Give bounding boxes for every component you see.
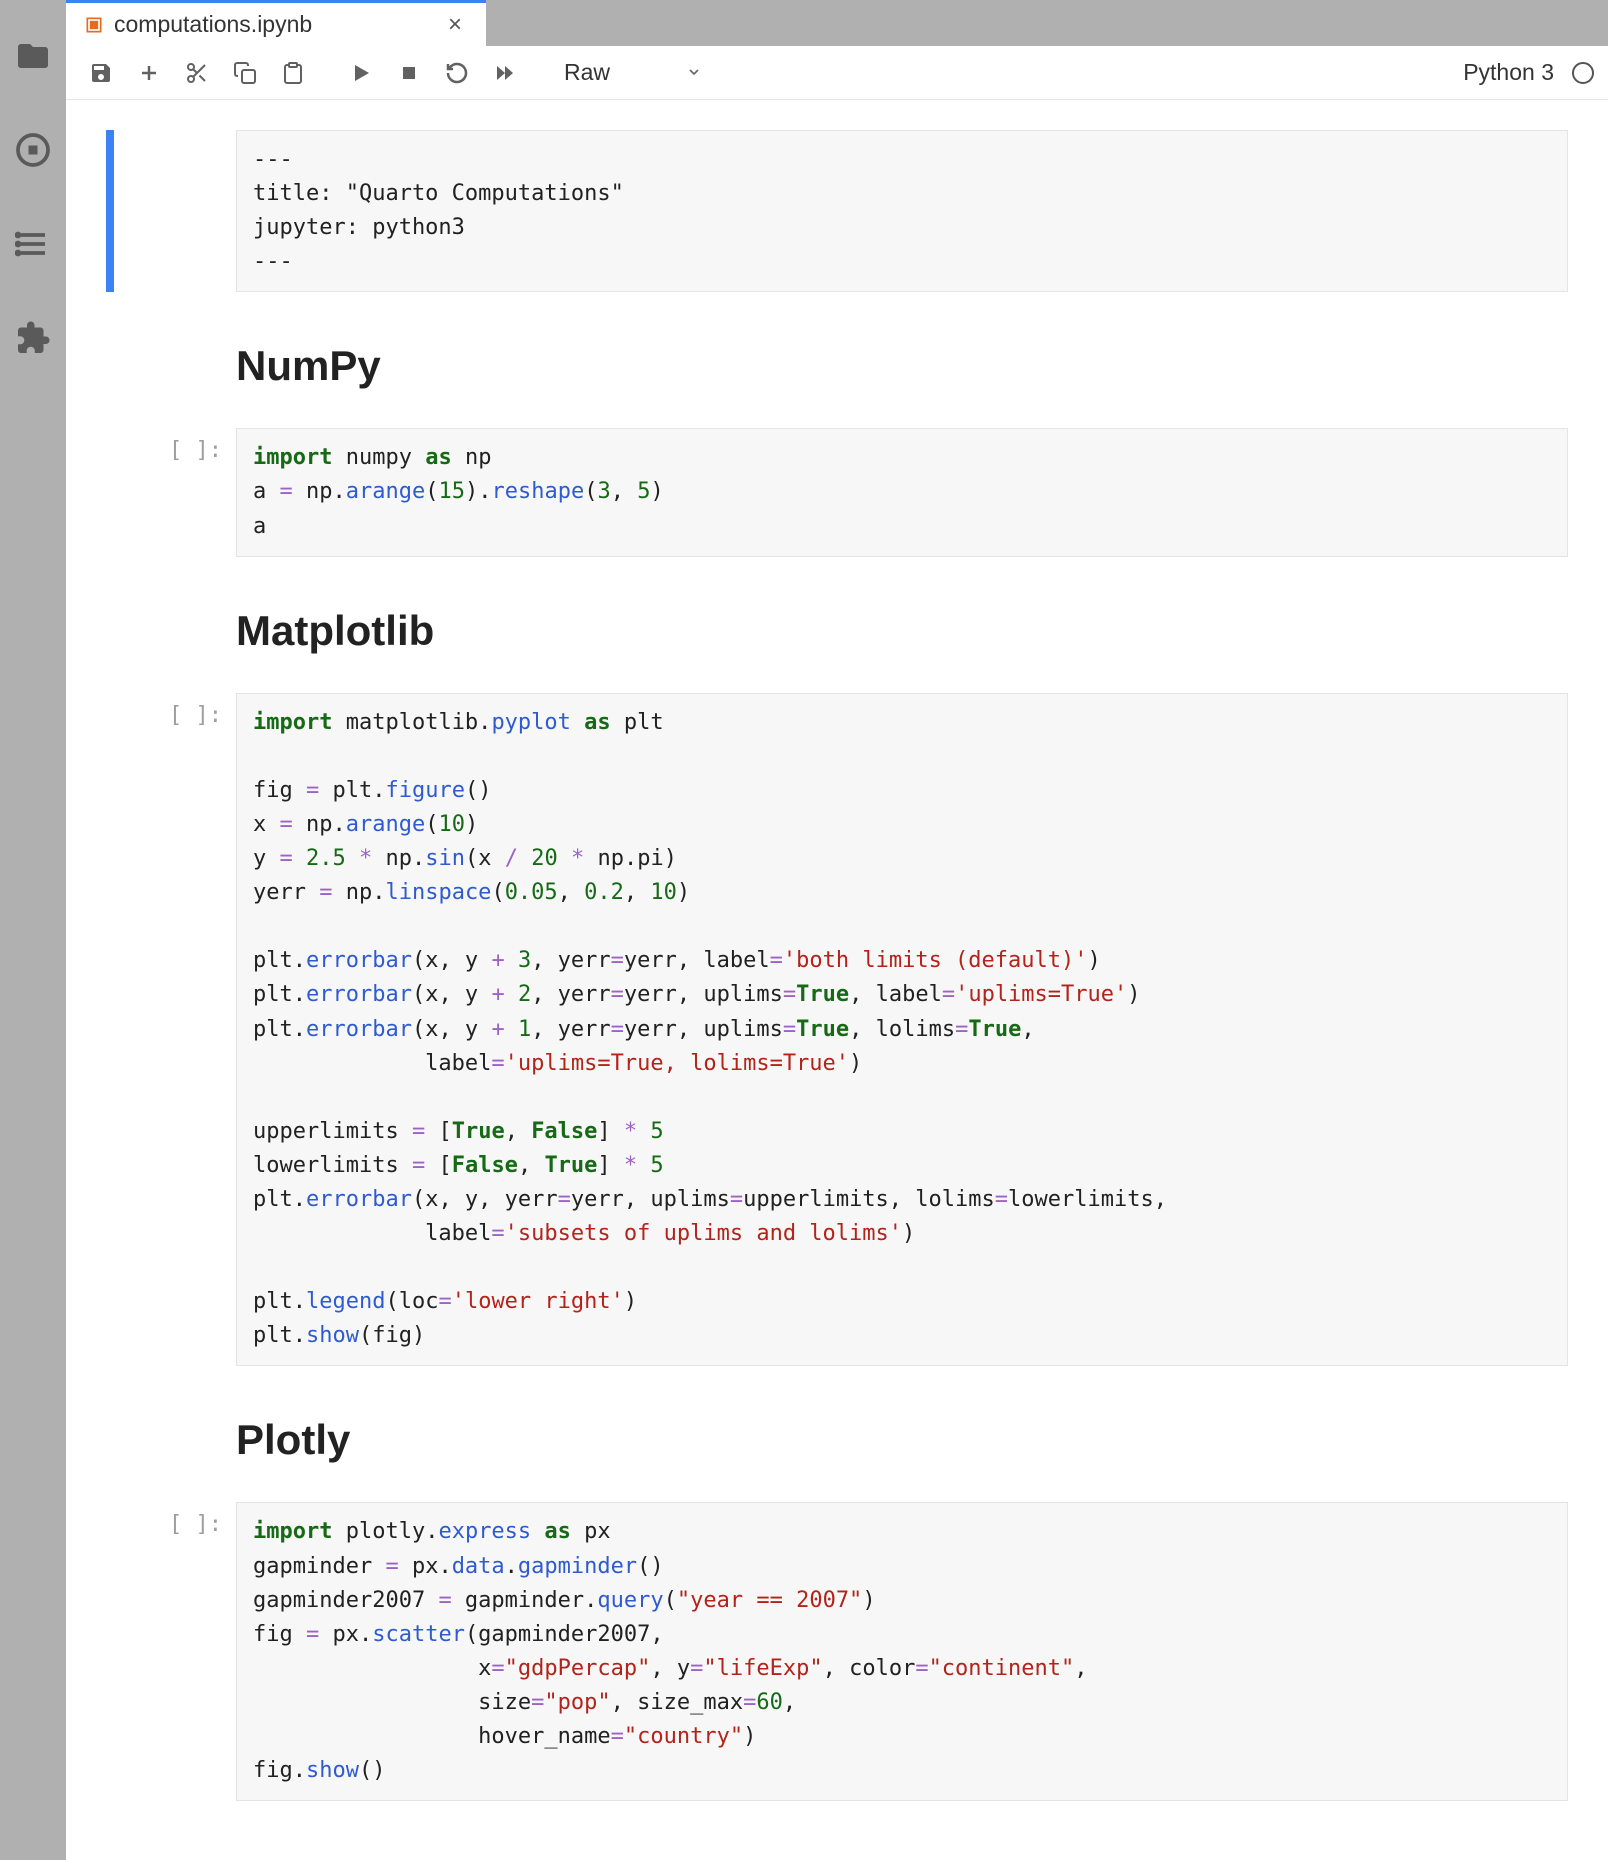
tab-computations[interactable]: computations.ipynb × [66,0,486,46]
close-icon[interactable]: × [442,11,468,39]
input-prompt: [ ]: [169,428,236,463]
cell-type-dropdown[interactable]: Raw [552,55,712,91]
heading-numpy: NumPy [236,342,1568,390]
code-matplotlib[interactable]: import matplotlib.pyplot as plt fig = pl… [236,693,1568,1367]
input-prompt: [ ]: [169,693,236,728]
chevron-down-icon [686,59,702,86]
run-all-icon[interactable] [484,52,526,94]
running-kernels-icon[interactable] [15,132,51,168]
notebook-body[interactable]: --- title: "Quarto Computations" jupyter… [66,100,1608,1860]
restart-icon[interactable] [436,52,478,94]
kernel-name[interactable]: Python 3 [1463,59,1554,86]
tab-title: computations.ipynb [114,11,312,38]
markdown-cell[interactable]: Matplotlib [106,575,1568,675]
heading-matplotlib: Matplotlib [236,607,1568,655]
code-numpy[interactable]: import numpy as np a = np.arange(15).res… [236,428,1568,556]
raw-front-matter[interactable]: --- title: "Quarto Computations" jupyter… [236,130,1568,292]
file-browser-icon[interactable] [15,38,51,74]
cut-icon[interactable] [176,52,218,94]
save-icon[interactable] [80,52,122,94]
kernel-status-icon[interactable] [1572,62,1594,84]
notebook-toolbar: Raw Python 3 [66,46,1608,100]
raw-cell[interactable]: --- title: "Quarto Computations" jupyter… [106,130,1568,292]
cell-type-value: Raw [564,59,610,86]
code-plotly[interactable]: import plotly.express as px gapminder = … [236,1502,1568,1801]
add-cell-icon[interactable] [128,52,170,94]
code-cell[interactable]: [ ]: import numpy as np a = np.arange(15… [106,428,1568,556]
tab-bar: computations.ipynb × [66,0,1608,46]
markdown-cell[interactable]: NumPy [106,310,1568,410]
activity-bar [0,0,66,1860]
paste-icon[interactable] [272,52,314,94]
stop-icon[interactable] [388,52,430,94]
markdown-cell[interactable]: Plotly [106,1384,1568,1484]
notebook-icon [84,15,104,35]
toc-icon[interactable] [15,226,51,262]
extensions-icon[interactable] [15,320,51,356]
run-icon[interactable] [340,52,382,94]
code-cell[interactable]: [ ]: import matplotlib.pyplot as plt fig… [106,693,1568,1367]
input-prompt: [ ]: [169,1502,236,1537]
code-cell[interactable]: [ ]: import plotly.express as px gapmind… [106,1502,1568,1801]
copy-icon[interactable] [224,52,266,94]
heading-plotly: Plotly [236,1416,1568,1464]
